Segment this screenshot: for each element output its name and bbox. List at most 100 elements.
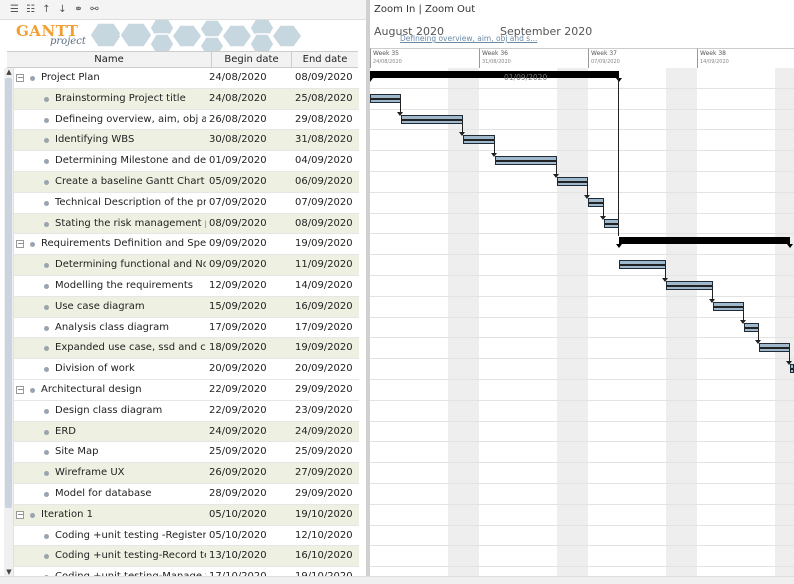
task-end-date[interactable]: 29/09/2020	[295, 484, 353, 504]
task-name[interactable]: Brainstorming Project title	[55, 89, 206, 109]
task-end-date[interactable]: 29/08/2020	[295, 110, 353, 130]
task-name[interactable]: Use case diagram	[55, 297, 206, 317]
task-row[interactable]: Brainstorming Project title 24/08/2020 25/…	[14, 88, 359, 110]
outdent-icon[interactable]: ☷	[24, 3, 37, 16]
task-row[interactable]: Defineing overview, aim, obj an...26/08/…	[14, 110, 359, 131]
task-end-date[interactable]: 17/09/2020	[295, 318, 353, 338]
collapse-toggle-icon[interactable]: −	[16, 74, 24, 82]
zoom-in-button[interactable]: Zoom In	[374, 4, 415, 15]
task-end-date[interactable]: 04/09/2020	[295, 151, 353, 171]
task-begin-date[interactable]: 24/08/2020	[209, 68, 267, 88]
task-end-date[interactable]: 08/09/2020	[295, 214, 353, 234]
task-begin-date[interactable]: 15/09/2020	[209, 297, 267, 317]
task-name[interactable]: Stating the risk management plan	[55, 214, 206, 234]
task-begin-date[interactable]: 24/09/2020	[209, 422, 267, 442]
summary-task-row[interactable]: − Requirements Definition and Specif...09…	[14, 234, 359, 256]
task-row[interactable]: ERD 24/09/2020 24/09/2020	[14, 421, 359, 443]
task-end-date[interactable]: 25/08/2020	[295, 89, 353, 109]
task-name[interactable]: ERD	[55, 422, 206, 442]
task-begin-date[interactable]: 30/08/2020	[209, 130, 267, 150]
task-end-date[interactable]: 16/10/2020	[295, 546, 353, 566]
task-end-date[interactable]: 08/09/2020	[295, 68, 353, 88]
task-name[interactable]: Identifying WBS	[55, 130, 206, 150]
task-begin-date[interactable]: 05/09/2020	[209, 172, 267, 192]
task-bar[interactable]	[494, 156, 557, 166]
summary-task-row[interactable]: − Architectural design 22/09/2020 29/09/202…	[14, 380, 359, 401]
task-name[interactable]: Wireframe UX	[55, 463, 206, 483]
task-bar[interactable]	[401, 114, 464, 124]
task-begin-date[interactable]: 25/09/2020	[209, 442, 267, 462]
tree-scrollbar[interactable]: ▲ ▼	[4, 68, 14, 576]
task-name[interactable]: Coding +unit testing-Manage t...	[55, 567, 206, 576]
task-end-date[interactable]: 20/09/2020	[295, 359, 353, 379]
col-begin-date[interactable]: Begin date	[212, 52, 292, 68]
task-row[interactable]: Expanded use case, ssd and cont...18/09/…	[14, 338, 359, 360]
collapse-toggle-icon[interactable]: −	[16, 386, 24, 394]
task-name[interactable]: Requirements Definition and Specif...	[41, 234, 206, 254]
summary-task-row[interactable]: − Iteration 1 05/10/2020 19/10/2020	[14, 504, 359, 526]
task-begin-date[interactable]: 22/09/2020	[209, 380, 267, 400]
task-end-date[interactable]: 06/09/2020	[295, 172, 353, 192]
task-end-date[interactable]: 19/10/2020	[295, 505, 353, 525]
task-begin-date[interactable]: 13/10/2020	[209, 546, 267, 566]
scroll-down-icon[interactable]: ▼	[5, 568, 13, 576]
collapse-toggle-icon[interactable]: −	[16, 510, 24, 519]
horizontal-scrollbar[interactable]	[0, 576, 794, 584]
task-begin-date[interactable]: 17/10/2020	[209, 567, 267, 576]
task-end-date[interactable]: 24/09/2020	[295, 422, 353, 442]
task-bar[interactable]	[587, 197, 604, 207]
task-begin-date[interactable]: 05/10/2020	[209, 505, 267, 525]
col-end-date[interactable]: End date	[292, 52, 358, 68]
task-row[interactable]: Coding +unit testing-Manage t...17/10/20…	[14, 567, 359, 576]
task-row[interactable]: Design class diagram 22/09/2020 23/09/2020	[14, 401, 359, 422]
task-name[interactable]: Modelling the requirements	[55, 276, 206, 296]
task-name[interactable]: Defineing overview, aim, obj an...	[55, 110, 206, 130]
task-bar[interactable]	[790, 364, 794, 374]
task-begin-date[interactable]: 22/09/2020	[209, 401, 267, 421]
unlink-icon[interactable]: ⚯	[88, 3, 101, 16]
task-row[interactable]: Determining Milestone and deli... 01/09/2…	[14, 151, 359, 172]
task-begin-date[interactable]: 17/09/2020	[209, 318, 267, 338]
task-row[interactable]: Site Map 25/09/2020 25/09/2020	[14, 442, 359, 464]
task-begin-date[interactable]: 09/09/2020	[209, 234, 267, 254]
task-name[interactable]: Iteration 1	[41, 505, 206, 525]
task-name[interactable]: Coding +unit testing-Record tes...	[55, 546, 206, 566]
task-begin-date[interactable]: 08/09/2020	[209, 214, 267, 234]
task-end-date[interactable]: 27/09/2020	[295, 463, 353, 483]
task-name[interactable]: Analysis class diagram	[55, 318, 206, 338]
task-name[interactable]: Design class diagram	[55, 401, 206, 421]
task-begin-date[interactable]: 28/09/2020	[209, 484, 267, 504]
move-up-icon[interactable]: ↑	[40, 3, 53, 16]
task-row[interactable]: Technical Description of the pro... 07/09…	[14, 193, 359, 214]
task-bar[interactable]	[759, 343, 791, 353]
task-end-date[interactable]: 12/10/2020	[295, 526, 353, 546]
task-begin-date[interactable]: 24/08/2020	[209, 89, 267, 109]
task-bar[interactable]	[619, 260, 666, 270]
task-row[interactable]: Coding +unit testing -Register t...05/10…	[14, 526, 359, 547]
task-begin-date[interactable]: 07/09/2020	[209, 193, 267, 213]
task-begin-date[interactable]: 09/09/2020	[209, 255, 267, 275]
task-end-date[interactable]: 14/09/2020	[295, 276, 353, 296]
task-end-date[interactable]: 31/08/2020	[295, 130, 353, 150]
summary-bar[interactable]	[370, 71, 623, 82]
task-end-date[interactable]: 16/09/2020	[295, 297, 353, 317]
collapse-toggle-icon[interactable]: −	[16, 240, 24, 249]
task-name[interactable]: Project Plan	[41, 68, 206, 88]
task-row[interactable]: Modelling the requirements 12/09/2020 14/0…	[14, 276, 359, 297]
task-begin-date[interactable]: 20/09/2020	[209, 359, 267, 379]
task-name[interactable]: Architectural design	[41, 380, 206, 400]
task-name[interactable]: Site Map	[55, 442, 206, 462]
task-name[interactable]: Create a baseline Gantt Chart	[55, 172, 206, 192]
col-name[interactable]: Name	[7, 52, 212, 68]
task-begin-date[interactable]: 05/10/2020	[209, 526, 267, 546]
task-row[interactable]: Model for database 28/09/2020 29/09/2020	[14, 484, 359, 505]
task-end-date[interactable]: 29/09/2020	[295, 380, 353, 400]
task-end-date[interactable]: 19/09/2020	[295, 338, 353, 358]
task-row[interactable]: Use case diagram 15/09/2020 16/09/2020	[14, 296, 359, 318]
task-begin-date[interactable]: 01/09/2020	[209, 151, 267, 171]
summary-bar[interactable]	[616, 237, 794, 249]
task-row[interactable]: Analysis class diagram 17/09/2020 17/09/20…	[14, 318, 359, 339]
task-bar[interactable]	[603, 218, 620, 228]
task-end-date[interactable]: 19/10/2020	[295, 567, 353, 576]
scroll-thumb[interactable]	[5, 78, 12, 508]
